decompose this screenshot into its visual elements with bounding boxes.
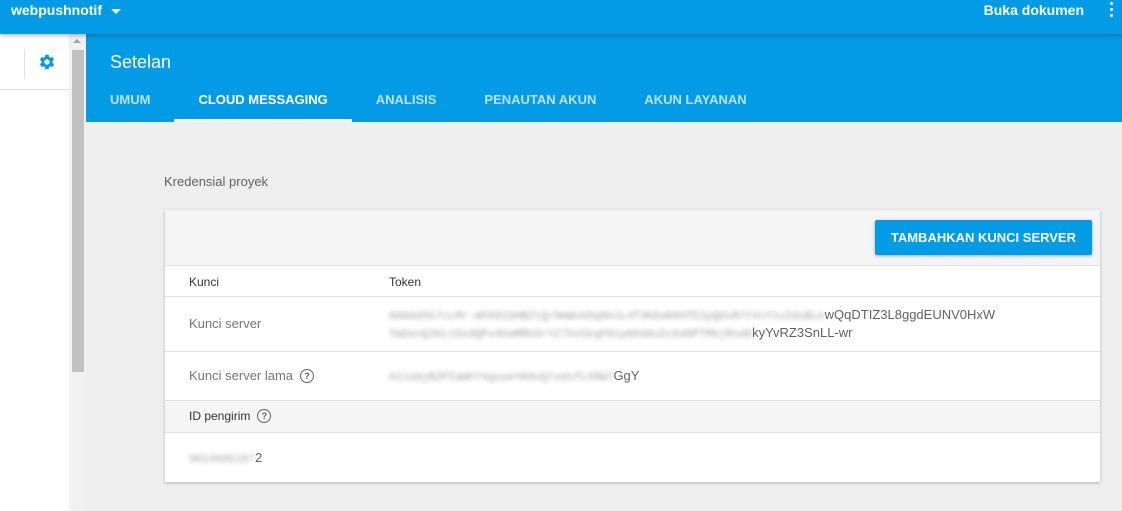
- sender-id-header: ID pengirim ?: [165, 401, 1100, 433]
- legacy-key-token: AIzaSyBZPIaWhT4gsoeYKHvQ7xdsfLX8W7GgY: [389, 368, 639, 384]
- section-label: Kredensial proyek: [164, 174, 269, 189]
- column-header-token: Token: [389, 275, 422, 289]
- rail-divider: [24, 49, 25, 79]
- project-selector[interactable]: webpushnotif: [11, 2, 121, 18]
- add-server-key-button[interactable]: TAMBAHKAN KUNCI SERVER: [874, 220, 1092, 255]
- column-header-key: Kunci: [189, 275, 220, 289]
- token-visible-part: wQqDTIZ3L8ggdEUNV0HxW: [824, 307, 996, 322]
- scroll-up-icon[interactable]: [73, 39, 81, 43]
- chevron-down-icon: [111, 8, 121, 14]
- settings-header: Setelan UMUM CLOUD MESSAGING ANALISIS PE…: [86, 34, 1122, 122]
- sender-id-row: 90146951872: [165, 433, 1100, 482]
- credentials-card: TAMBAHKAN KUNCI SERVER Kunci Token Kunci…: [165, 210, 1100, 482]
- scrollbar-thumb[interactable]: [72, 50, 84, 372]
- sender-id-visible-part: 2: [255, 450, 263, 465]
- row-label-legacy-key: Kunci server lama ?: [189, 368, 315, 383]
- sender-id-value: 90146951872: [189, 450, 262, 466]
- token-redacted: YmDxnQ3bLtDsdQPv4UaMRk6rYZ7hn5kqP6tpNXdA…: [389, 329, 753, 341]
- open-docs-link[interactable]: Buka dokumen: [984, 2, 1084, 18]
- table-row: Kunci server AAAAdXk7cLMr:APA91bHBZtQr9m…: [165, 297, 1100, 352]
- tab-cloud-messaging[interactable]: CLOUD MESSAGING: [174, 78, 353, 122]
- gear-icon[interactable]: [38, 53, 56, 71]
- table-row: Kunci server lama ? AIzaSyBZPIaWhT4gsoeY…: [165, 352, 1100, 401]
- project-name: webpushnotif: [11, 2, 102, 18]
- help-circle-icon[interactable]: ?: [300, 368, 315, 383]
- left-nav-header: [0, 34, 69, 90]
- left-nav-panel: [0, 34, 69, 511]
- tab-service-accounts[interactable]: AKUN LAYANAN: [620, 78, 770, 122]
- top-app-bar: webpushnotif Buka dokumen: [0, 0, 1122, 34]
- more-vert-icon[interactable]: [1108, 2, 1114, 20]
- sender-id-label: ID pengirim ?: [189, 409, 272, 423]
- tab-account-linking[interactable]: PENAUTAN AKUN: [460, 78, 620, 122]
- server-key-token: AAAAdXk7cLMr:APA91bHBZtQr9mWvkDq8hJL4f3K…: [389, 307, 995, 343]
- sender-id-redacted: 9014695187: [189, 454, 256, 466]
- page-title: Setelan: [110, 52, 172, 72]
- help-circle-icon[interactable]: ?: [257, 409, 272, 423]
- token-visible-part: GgY: [613, 368, 640, 383]
- table-header: Kunci Token: [165, 266, 1100, 297]
- row-label-server-key: Kunci server: [189, 316, 262, 331]
- settings-tabs: UMUM CLOUD MESSAGING ANALISIS PENAUTAN A…: [86, 78, 771, 122]
- legacy-key-label-text: Kunci server lama: [189, 368, 294, 383]
- token-redacted: AAAAdXk7cLMr:APA91bHBZtQr9mWvkDq8hJL4f3K…: [389, 311, 825, 323]
- token-redacted: AIzaSyBZPIaWhT4gsoeYKHvQ7xdsfLX8W7: [389, 372, 614, 384]
- card-toolbar: TAMBAHKAN KUNCI SERVER: [165, 210, 1100, 266]
- sender-id-label-text: ID pengirim: [189, 409, 251, 423]
- tab-general[interactable]: UMUM: [86, 78, 174, 122]
- tab-analytics[interactable]: ANALISIS: [352, 78, 461, 122]
- token-visible-part: kyYvRZ3SnLL-wr: [752, 325, 853, 340]
